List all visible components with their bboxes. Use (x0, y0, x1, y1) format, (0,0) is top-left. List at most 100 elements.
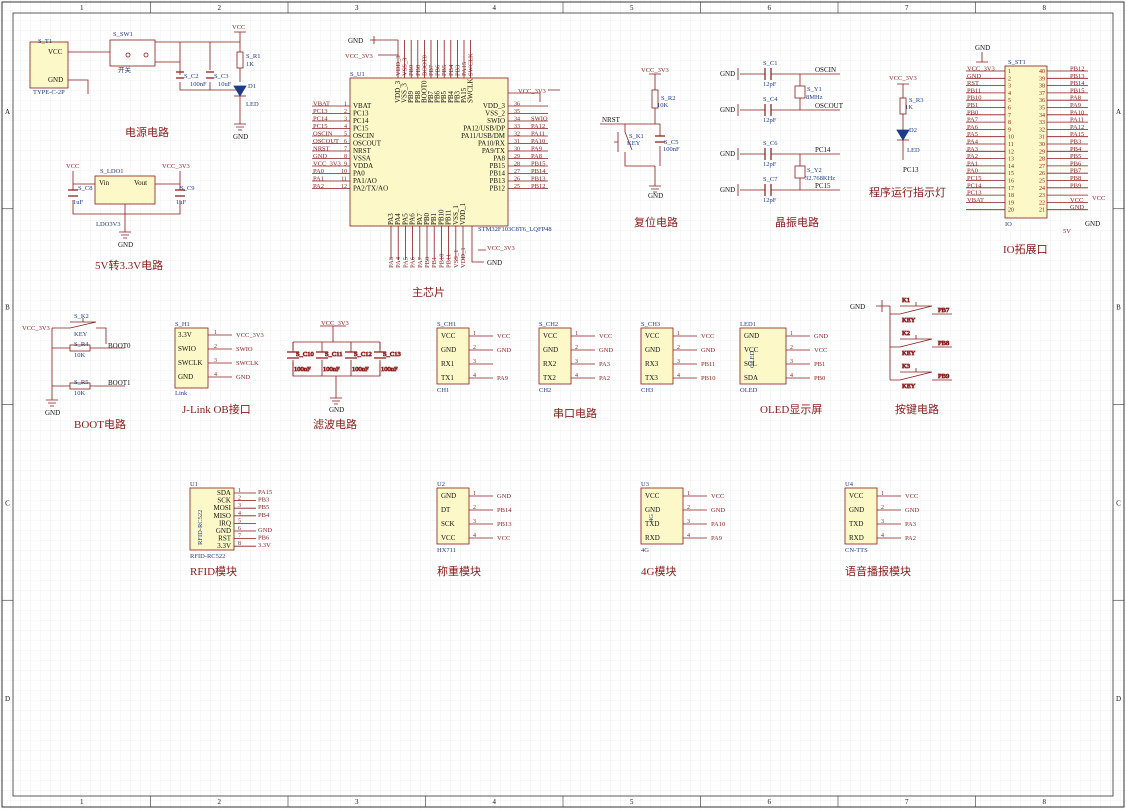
io-left-pin-num: 11 (1008, 142, 1014, 148)
jlink-pin-num: 3 (214, 358, 217, 364)
rfid-pin-num: 8 (238, 541, 241, 547)
schematic-sheet: 1122334455667788A AB BC CD D S_T1 TYPE-C-2P … (0, 0, 1126, 809)
frame-col-top: 2 (218, 4, 222, 12)
module-4g-pin-name: GND (645, 506, 660, 514)
frame-row-left: C (5, 499, 10, 507)
rfid-pin-num: 5 (238, 518, 241, 524)
section-reset-title: 复位电路 (634, 215, 678, 229)
cn-tts-pin-name: RXD (849, 534, 864, 542)
mcu-right-pin-num: 27 (514, 169, 520, 175)
reset-net-label: NRST (602, 116, 621, 124)
oled-body-label: OLED (749, 350, 756, 368)
mcu-bottom-pin-name: VDD_1 (459, 202, 467, 225)
frame-col-top: 6 (768, 4, 772, 12)
io-right-pin-num: 26 (1039, 171, 1045, 177)
io-right-pin-num: 36 (1039, 98, 1045, 104)
r3-value: 1K (905, 104, 913, 111)
uart-header-1-pin-num: 3 (473, 359, 476, 365)
mcu-left-pin-net: PA1 (313, 176, 324, 183)
rfid-pin-net: PB6 (258, 535, 270, 542)
rfid-pin-num: 1 (238, 488, 241, 494)
module-4g-pin-num: 3 (687, 519, 690, 525)
oled-pin-num: 2 (790, 345, 793, 351)
keys-gnd-label: GND (850, 303, 865, 311)
mcu-right-pin-num: 26 (514, 177, 520, 183)
rfid-pin-num: 6 (238, 526, 241, 532)
mcu-bottom-pin-net: PA6 (410, 256, 417, 268)
io-right-net: PA9 (1070, 102, 1081, 109)
t1-ref: S_T1 (38, 38, 52, 45)
uart-header-1-ref: S_CH1 (437, 321, 456, 328)
frame-col-top: 3 (355, 4, 359, 12)
io-right-net: GND (1070, 204, 1084, 211)
frame-row-right: A (1116, 108, 1121, 116)
io-right-pin-num: 21 (1039, 208, 1045, 214)
io-left-net: PC13 (967, 190, 981, 197)
rfid-value: RFID-RC522 (190, 553, 225, 560)
mcu-right-pin-net: PB12 (531, 183, 545, 190)
d2-value: LED (907, 147, 920, 154)
mcu-left-pin-num: 4 (344, 124, 347, 130)
section-mcu-title: 主芯片 (412, 285, 445, 299)
section-indicator-title: 程序运行指示灯 (869, 185, 946, 199)
uart-header-3-pin-name: GND (645, 346, 660, 354)
cn-tts-pin-name: TXD (849, 520, 863, 528)
indicator-vcc-label: VCC_3V3 (889, 75, 917, 82)
k2-ref: S_K2 (74, 313, 89, 320)
key-value: KEY (902, 350, 916, 357)
filter-cap-ref: S_C12 (354, 351, 372, 358)
c5-ref: S_C5 (664, 139, 678, 146)
r1-value: 1K (246, 61, 254, 68)
cn-tts-pin-net: VCC (905, 493, 918, 500)
section-crystal-title: 晶振电路 (775, 215, 819, 229)
mcu-right-pin-num: 31 (514, 139, 520, 145)
key-net: PB8 (938, 340, 949, 347)
mcu-right-pin-net: PA8 (531, 153, 542, 160)
4g-body-label: 4G (648, 514, 655, 522)
c4-value: 12pF (763, 117, 777, 124)
uart-header-2-pin-net: PA2 (599, 375, 610, 382)
c7-gnd-label: GND (720, 186, 735, 194)
power-vcc-label: VCC (232, 24, 245, 31)
key-value: KEY (902, 383, 916, 390)
oled-pin-name: GND (744, 332, 759, 340)
io-left-pin-num: 20 (1008, 208, 1014, 214)
oled-pin-num: 3 (790, 359, 793, 365)
filter-cap-ref: S_C11 (325, 351, 342, 358)
io-left-net: PA6 (967, 124, 979, 131)
uart-header-3-pin-net: VCC (701, 333, 714, 340)
section-keys-title: 按键电路 (895, 402, 939, 416)
section-boot-title: BOOT电路 (74, 418, 126, 431)
rfid-pin-net: PB4 (258, 512, 270, 519)
io-left-pin-num: 4 (1008, 91, 1011, 97)
cn-tts-pin-name: GND (849, 506, 864, 514)
section-uart-title: 串口电路 (553, 407, 597, 420)
r4-value: 10K (74, 352, 86, 359)
uart-header-3-pin-num: 3 (677, 359, 680, 365)
mcu-right-pin-net: PB14 (531, 168, 546, 175)
cn-tts-pin-name: VCC (849, 492, 864, 500)
c6-value: 12pF (763, 161, 777, 168)
jlink-pin-net: VCC_3V3 (236, 332, 264, 339)
uart-header-3-value: CH3 (641, 387, 653, 394)
io-left-pin-num: 9 (1008, 127, 1011, 133)
io-right-pin-num: 25 (1039, 179, 1045, 185)
filter-cap-value: 100nF (381, 366, 398, 373)
section-voice-title: 语音播报模块 (845, 564, 911, 578)
mcu-bottom-pin-net: PB10 (438, 254, 445, 268)
io-left-net: PB1 (967, 102, 978, 109)
section-filter-title: 滤波电路 (313, 418, 357, 431)
key-net: PB7 (938, 307, 950, 314)
ldo-pin-vout: Vout (134, 179, 147, 187)
ldo-gnd-label: GND (118, 241, 133, 249)
jlink-ref: S_H1 (175, 321, 190, 328)
mcu-bottom-vcc-label: VCC_3V3 (487, 245, 515, 252)
frame-col-top: 8 (1043, 4, 1047, 12)
y2-value: 32.768KHz (805, 175, 835, 182)
rfid-pin-num: 2 (238, 496, 241, 502)
io-left-pin-num: 6 (1008, 106, 1011, 112)
mcu-left-pin-num: 11 (341, 177, 347, 183)
io-right-net: PB8 (1070, 175, 1081, 182)
uart-header-1-pin-num: 2 (473, 345, 476, 351)
uart-header-1-pin-net: PA9 (497, 375, 508, 382)
